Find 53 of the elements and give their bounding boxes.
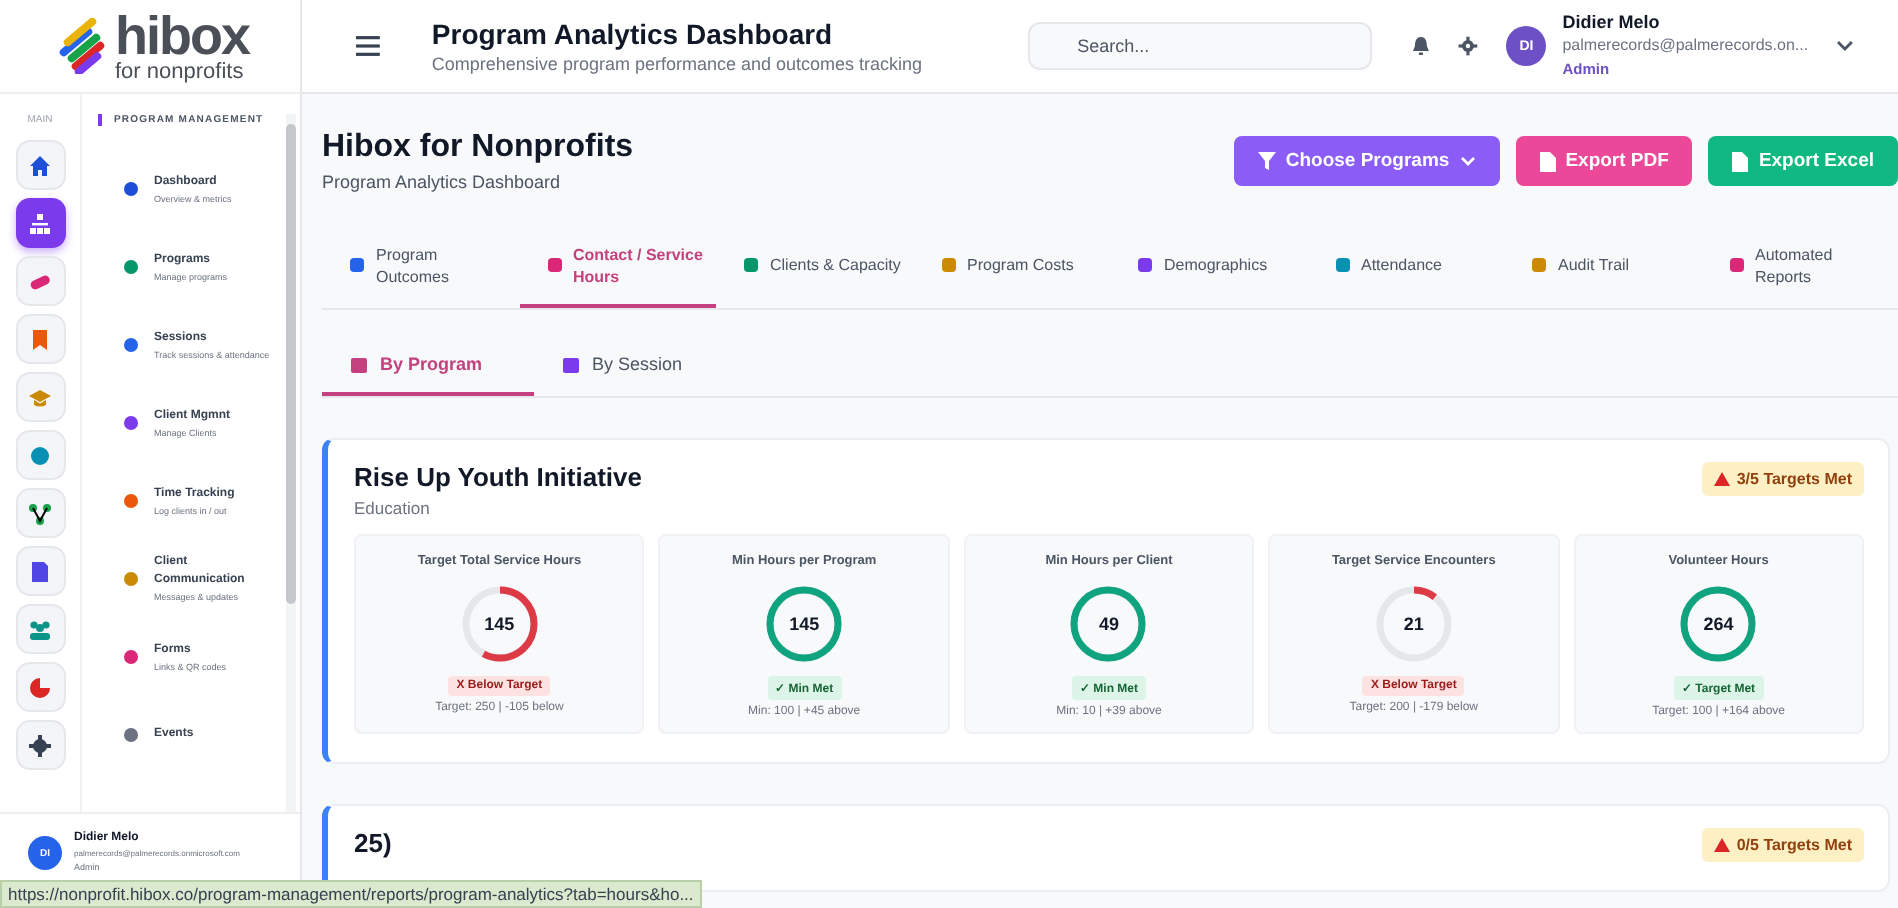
tab[interactable]: Audit Trail (1504, 228, 1701, 308)
chevron-down-icon[interactable] (1836, 40, 1854, 52)
rail-nav-button[interactable] (15, 546, 65, 596)
metric-value: 145 (789, 614, 820, 634)
rail-nav-button[interactable] (15, 720, 65, 770)
document-icon (1539, 151, 1556, 171)
tab[interactable]: Demographics (1110, 228, 1307, 308)
tab-icon (350, 355, 368, 373)
chevron-down-icon (1459, 156, 1476, 166)
tab-icon (562, 355, 581, 373)
user-email: palmerecords@palmerecords.on... (1562, 34, 1809, 58)
warning-icon (1714, 838, 1731, 852)
section-subtitle: Program Analytics Dashboard (322, 172, 563, 192)
metric-value: 21 (1403, 614, 1424, 634)
tab[interactable]: Program Outcomes (322, 228, 519, 308)
action-button[interactable]: Choose Programs (1233, 136, 1500, 186)
bell-icon[interactable] (1412, 36, 1431, 56)
rail-nav-button[interactable] (15, 488, 65, 538)
metric-value: 49 (1098, 614, 1119, 634)
program-category: Education (354, 498, 432, 518)
rail-nav-button[interactable] (15, 662, 65, 712)
settings-icon[interactable] (1458, 36, 1479, 56)
rail-nav-button[interactable] (15, 140, 65, 190)
scrollbar[interactable] (286, 114, 296, 812)
targets-badge: 0/5 Targets Met (1702, 828, 1864, 862)
link-url-tooltip: https://nonprofit.hibox.co/program-management/reports/program-analytics?tab=hours&ho... (0, 880, 702, 908)
logo-tagline: for nonprofits (115, 61, 246, 83)
metric-value: 264 (1703, 614, 1734, 634)
rail-nav-button[interactable] (15, 256, 65, 306)
document-icon (1732, 151, 1749, 171)
section-title: Hibox for Nonprofits (322, 130, 634, 166)
user-name: Didier Melo (1562, 10, 1662, 34)
tab[interactable]: By Session (534, 354, 715, 396)
logo-name: hibox (115, 9, 249, 63)
targets-badge: 3/5 Targets Met (1702, 462, 1864, 496)
metric-value: 145 (484, 614, 515, 634)
action-button[interactable]: Export PDF (1515, 136, 1693, 186)
org-icon (28, 211, 52, 235)
warning-icon (1714, 472, 1731, 486)
filter-icon (1257, 152, 1276, 170)
tab[interactable]: Program Costs (913, 228, 1110, 308)
page-subtitle: Comprehensive program performance and outcomes tracking (431, 54, 925, 74)
tab[interactable]: Automated Reports (1701, 228, 1898, 308)
tab[interactable]: Attendance (1307, 228, 1504, 308)
menu-icon[interactable] (356, 36, 380, 56)
search-field[interactable]: Search... (1027, 22, 1373, 70)
tab[interactable]: Clients & Capacity (716, 228, 913, 308)
program-title: 25) (354, 828, 392, 858)
tab[interactable]: Contact / Service Hours (519, 228, 716, 308)
page-title: Program Analytics Dashboard (431, 18, 835, 50)
program-title: Rise Up Youth Initiative (354, 462, 642, 492)
rail-nav-button[interactable] (15, 198, 65, 248)
tab[interactable]: By Program (322, 354, 535, 396)
